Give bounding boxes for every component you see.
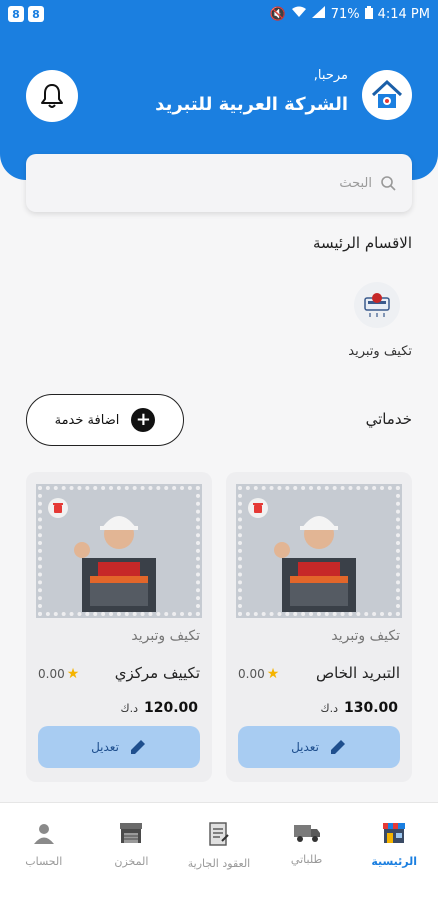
service-image bbox=[36, 484, 202, 618]
category-label: تكيف وتبريد bbox=[348, 344, 412, 359]
nav-label: طلباتي bbox=[290, 853, 323, 866]
company-logo bbox=[362, 70, 412, 120]
currency-label: د.ك bbox=[120, 702, 138, 715]
service-price: د.ك 120.00 bbox=[121, 700, 199, 716]
user-icon bbox=[33, 824, 54, 844]
service-rating: 0.00 ★ bbox=[238, 666, 279, 682]
contract-icon bbox=[209, 822, 229, 846]
notification-app-icon: 8 bbox=[28, 6, 44, 22]
nav-label: العقود الجارية bbox=[187, 857, 251, 870]
service-card[interactable]: تكيف وتبريد تكييف مركزي 0.00 ★ د.ك 120.0… bbox=[26, 472, 212, 782]
star-icon: ★ bbox=[66, 666, 80, 682]
search-input[interactable]: البحث bbox=[26, 154, 412, 212]
edit-label: تعديل bbox=[291, 740, 319, 754]
truck-icon bbox=[293, 825, 320, 842]
status-app-icons: 8 8 bbox=[8, 6, 44, 22]
battery-percent: 71% bbox=[330, 6, 360, 22]
my-services-title: خدماتي bbox=[365, 410, 412, 428]
pencil-icon bbox=[330, 740, 345, 754]
status-time: 4:14 PM bbox=[377, 6, 430, 22]
wifi-icon bbox=[291, 6, 307, 22]
nav-item-warehouse[interactable]: المخزن bbox=[88, 821, 174, 900]
star-icon: ★ bbox=[266, 666, 280, 682]
edit-label: تعديل bbox=[91, 740, 119, 754]
mute-icon: 🔇 bbox=[269, 6, 286, 22]
price-value: 120.00 bbox=[143, 700, 198, 716]
search-icon bbox=[381, 176, 396, 191]
bell-icon bbox=[41, 84, 63, 108]
add-service-button[interactable]: اضافة خدمة + bbox=[26, 394, 184, 446]
pencil-icon bbox=[130, 740, 145, 754]
greeting-text: مرحبا, bbox=[313, 68, 348, 83]
company-name: الشركة العربية للتبريد bbox=[155, 94, 348, 115]
service-name: التبريد الخاص bbox=[315, 664, 400, 682]
notifications-button[interactable] bbox=[26, 70, 78, 122]
service-category: تكيف وتبريد bbox=[131, 628, 200, 644]
delete-icon[interactable] bbox=[248, 498, 268, 518]
search-placeholder: البحث bbox=[339, 175, 372, 191]
notification-app-icon: 8 bbox=[8, 6, 24, 22]
nav-label: الرئيسية bbox=[371, 855, 418, 868]
service-name: تكييف مركزي bbox=[114, 664, 200, 682]
warehouse-icon bbox=[120, 823, 143, 843]
add-service-label: اضافة خدمة bbox=[54, 412, 120, 428]
nav-label: الحساب bbox=[25, 855, 63, 868]
nav-item-orders[interactable]: طلباتي bbox=[264, 821, 350, 900]
main-sections-title: الاقسام الرئيسة bbox=[312, 234, 412, 252]
service-category: تكيف وتبريد bbox=[331, 628, 400, 644]
edit-service-button[interactable]: تعديل bbox=[38, 726, 200, 768]
status-right: 🔇 71% 4:14 PM bbox=[269, 5, 430, 23]
currency-label: د.ك bbox=[320, 702, 338, 715]
battery-icon bbox=[364, 5, 373, 23]
service-rating: 0.00 ★ bbox=[38, 666, 79, 682]
service-price: د.ك 130.00 bbox=[321, 700, 399, 716]
store-icon bbox=[383, 823, 406, 843]
rating-value: 0.00 bbox=[38, 667, 65, 681]
status-bar: 8 8 🔇 71% 4:14 PM bbox=[0, 0, 438, 28]
signal-icon bbox=[311, 6, 326, 22]
nav-item-contracts[interactable]: العقود الجارية bbox=[176, 821, 262, 900]
bottom-navigation: الرئيسية طلباتي العقود الجارية المخزن ال… bbox=[0, 802, 438, 900]
edit-service-button[interactable]: تعديل bbox=[238, 726, 400, 768]
price-value: 130.00 bbox=[343, 700, 398, 716]
ac-unit-icon bbox=[364, 293, 390, 317]
plus-icon: + bbox=[131, 408, 156, 432]
service-image bbox=[236, 484, 402, 618]
nav-item-home[interactable]: الرئيسية bbox=[351, 821, 437, 900]
nav-label: المخزن bbox=[114, 855, 149, 868]
category-ac-unit[interactable] bbox=[354, 282, 400, 328]
nav-item-account[interactable]: الحساب bbox=[1, 821, 87, 900]
delete-icon[interactable] bbox=[48, 498, 68, 518]
service-card[interactable]: تكيف وتبريد التبريد الخاص 0.00 ★ د.ك 130… bbox=[226, 472, 412, 782]
rating-value: 0.00 bbox=[238, 667, 265, 681]
